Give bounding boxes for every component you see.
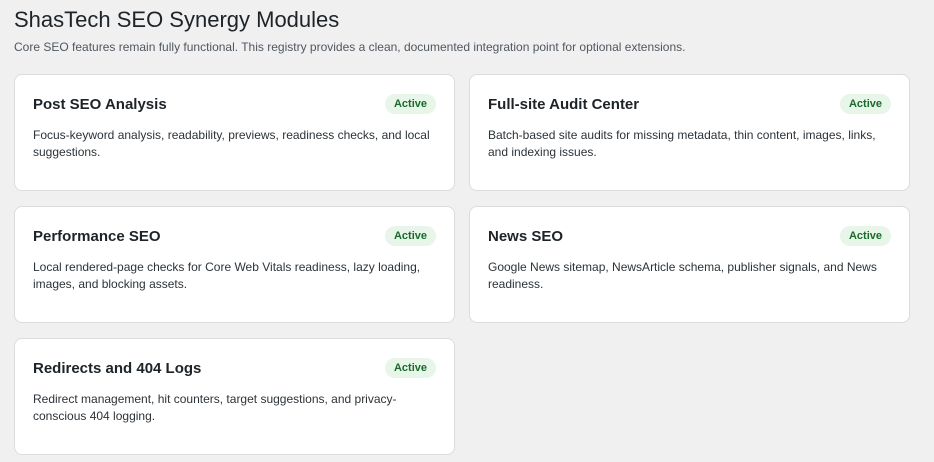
module-title: Performance SEO <box>33 228 161 245</box>
module-card-performance-seo: Performance SEO Active Local rendered-pa… <box>14 206 455 323</box>
modules-page: ShasTech SEO Synergy Modules Core SEO fe… <box>0 0 934 462</box>
module-description: Batch-based site audits for missing meta… <box>488 128 876 159</box>
module-description: Local rendered-page checks for Core Web … <box>33 260 421 291</box>
module-card-news-seo: News SEO Active Google News sitemap, New… <box>469 206 910 323</box>
module-description: Focus-keyword analysis, readability, pre… <box>33 128 430 159</box>
status-badge: Active <box>384 94 436 114</box>
module-title: Full-site Audit Center <box>488 96 640 113</box>
module-description: Google News sitemap, NewsArticle schema,… <box>488 260 877 291</box>
module-card-redirects-and-404-logs: Redirects and 404 Logs Active Redirect m… <box>14 338 455 455</box>
status-badge: Active <box>384 358 436 378</box>
module-description: Redirect management, hit counters, targe… <box>33 392 397 423</box>
status-badge: Active <box>384 226 436 246</box>
status-badge: Active <box>839 94 891 114</box>
module-title: Post SEO Analysis <box>33 96 167 113</box>
module-title: News SEO <box>488 228 564 245</box>
module-card-post-seo-analysis: Post SEO Analysis Active Focus-keyword a… <box>14 74 455 191</box>
module-card-full-site-audit-center: Full-site Audit Center Active Batch-base… <box>469 74 910 191</box>
page-description: Core SEO features remain fully functiona… <box>14 40 686 54</box>
module-grid: Post SEO Analysis Active Focus-keyword a… <box>14 74 910 455</box>
page-title: ShasTech SEO Synergy Modules <box>14 7 340 32</box>
module-title: Redirects and 404 Logs <box>33 360 202 377</box>
status-badge: Active <box>839 226 891 246</box>
